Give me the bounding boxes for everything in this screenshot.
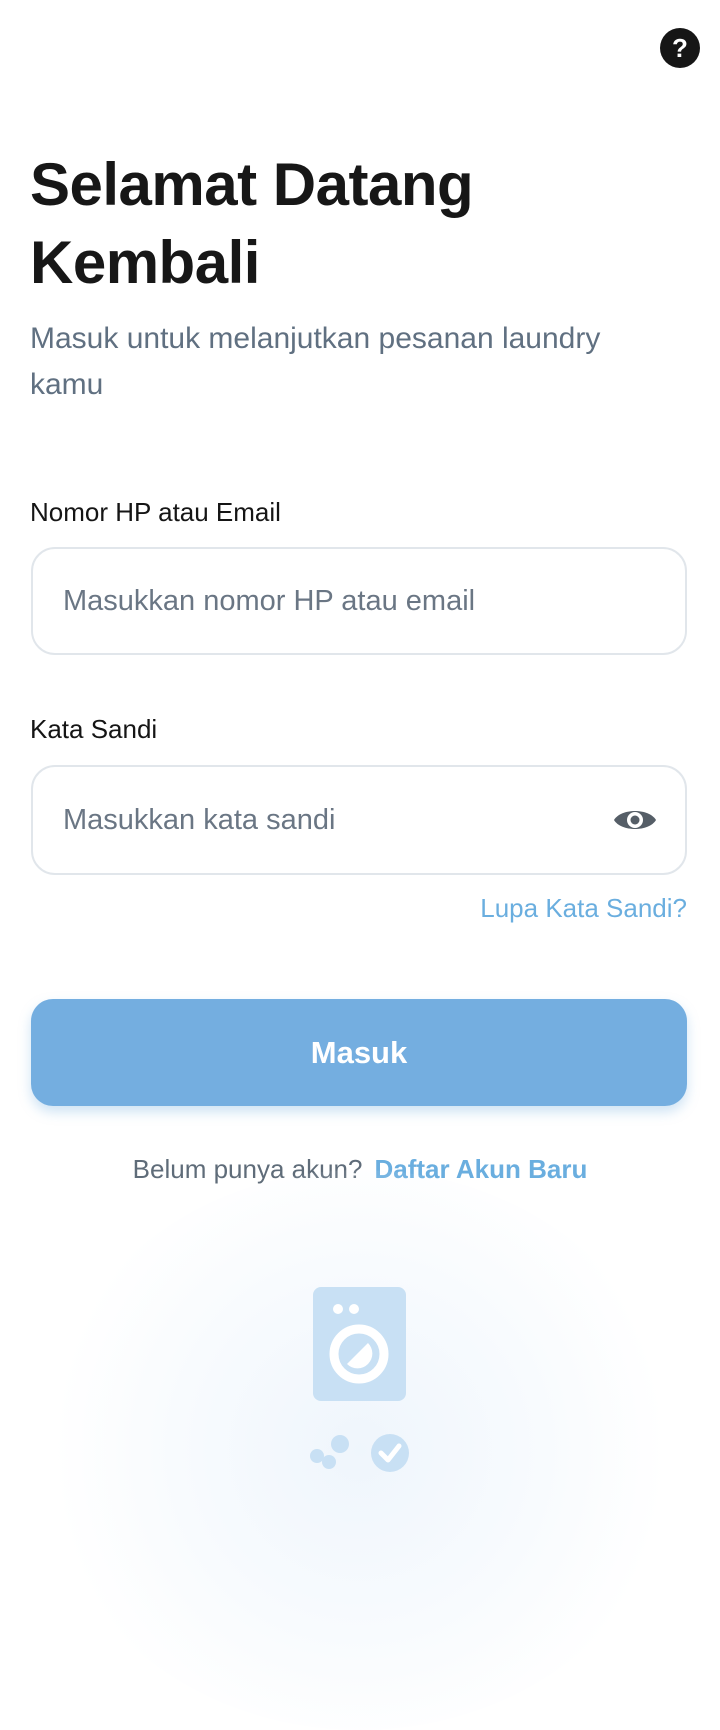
username-field-container — [31, 547, 687, 655]
laundry-illustration — [310, 1287, 409, 1472]
password-label: Kata Sandi — [30, 714, 158, 744]
username-input[interactable] — [33, 549, 685, 653]
password-field-container — [31, 765, 687, 875]
page-subtitle: Masuk untuk melanjutkan pesanan laundry … — [30, 322, 601, 401]
username-label: Nomor HP atau Email — [30, 497, 281, 527]
title-line-1: Selamat Datang — [30, 151, 474, 218]
help-button[interactable]: ? — [660, 28, 700, 68]
password-input[interactable] — [33, 767, 605, 873]
check-circle-icon — [371, 1434, 409, 1472]
page-title: Selamat Datang Kembali — [30, 146, 670, 302]
help-icon: ? — [672, 33, 688, 63]
eye-icon — [614, 811, 656, 829]
password-visibility-toggle[interactable] — [605, 790, 665, 850]
forgot-password-link[interactable]: Lupa Kata Sandi? — [480, 893, 687, 924]
title-line-2: Kembali — [30, 229, 260, 296]
washing-machine-icon — [313, 1287, 406, 1401]
login-button[interactable]: Masuk — [31, 999, 687, 1106]
bubbles-icon — [310, 1435, 349, 1469]
